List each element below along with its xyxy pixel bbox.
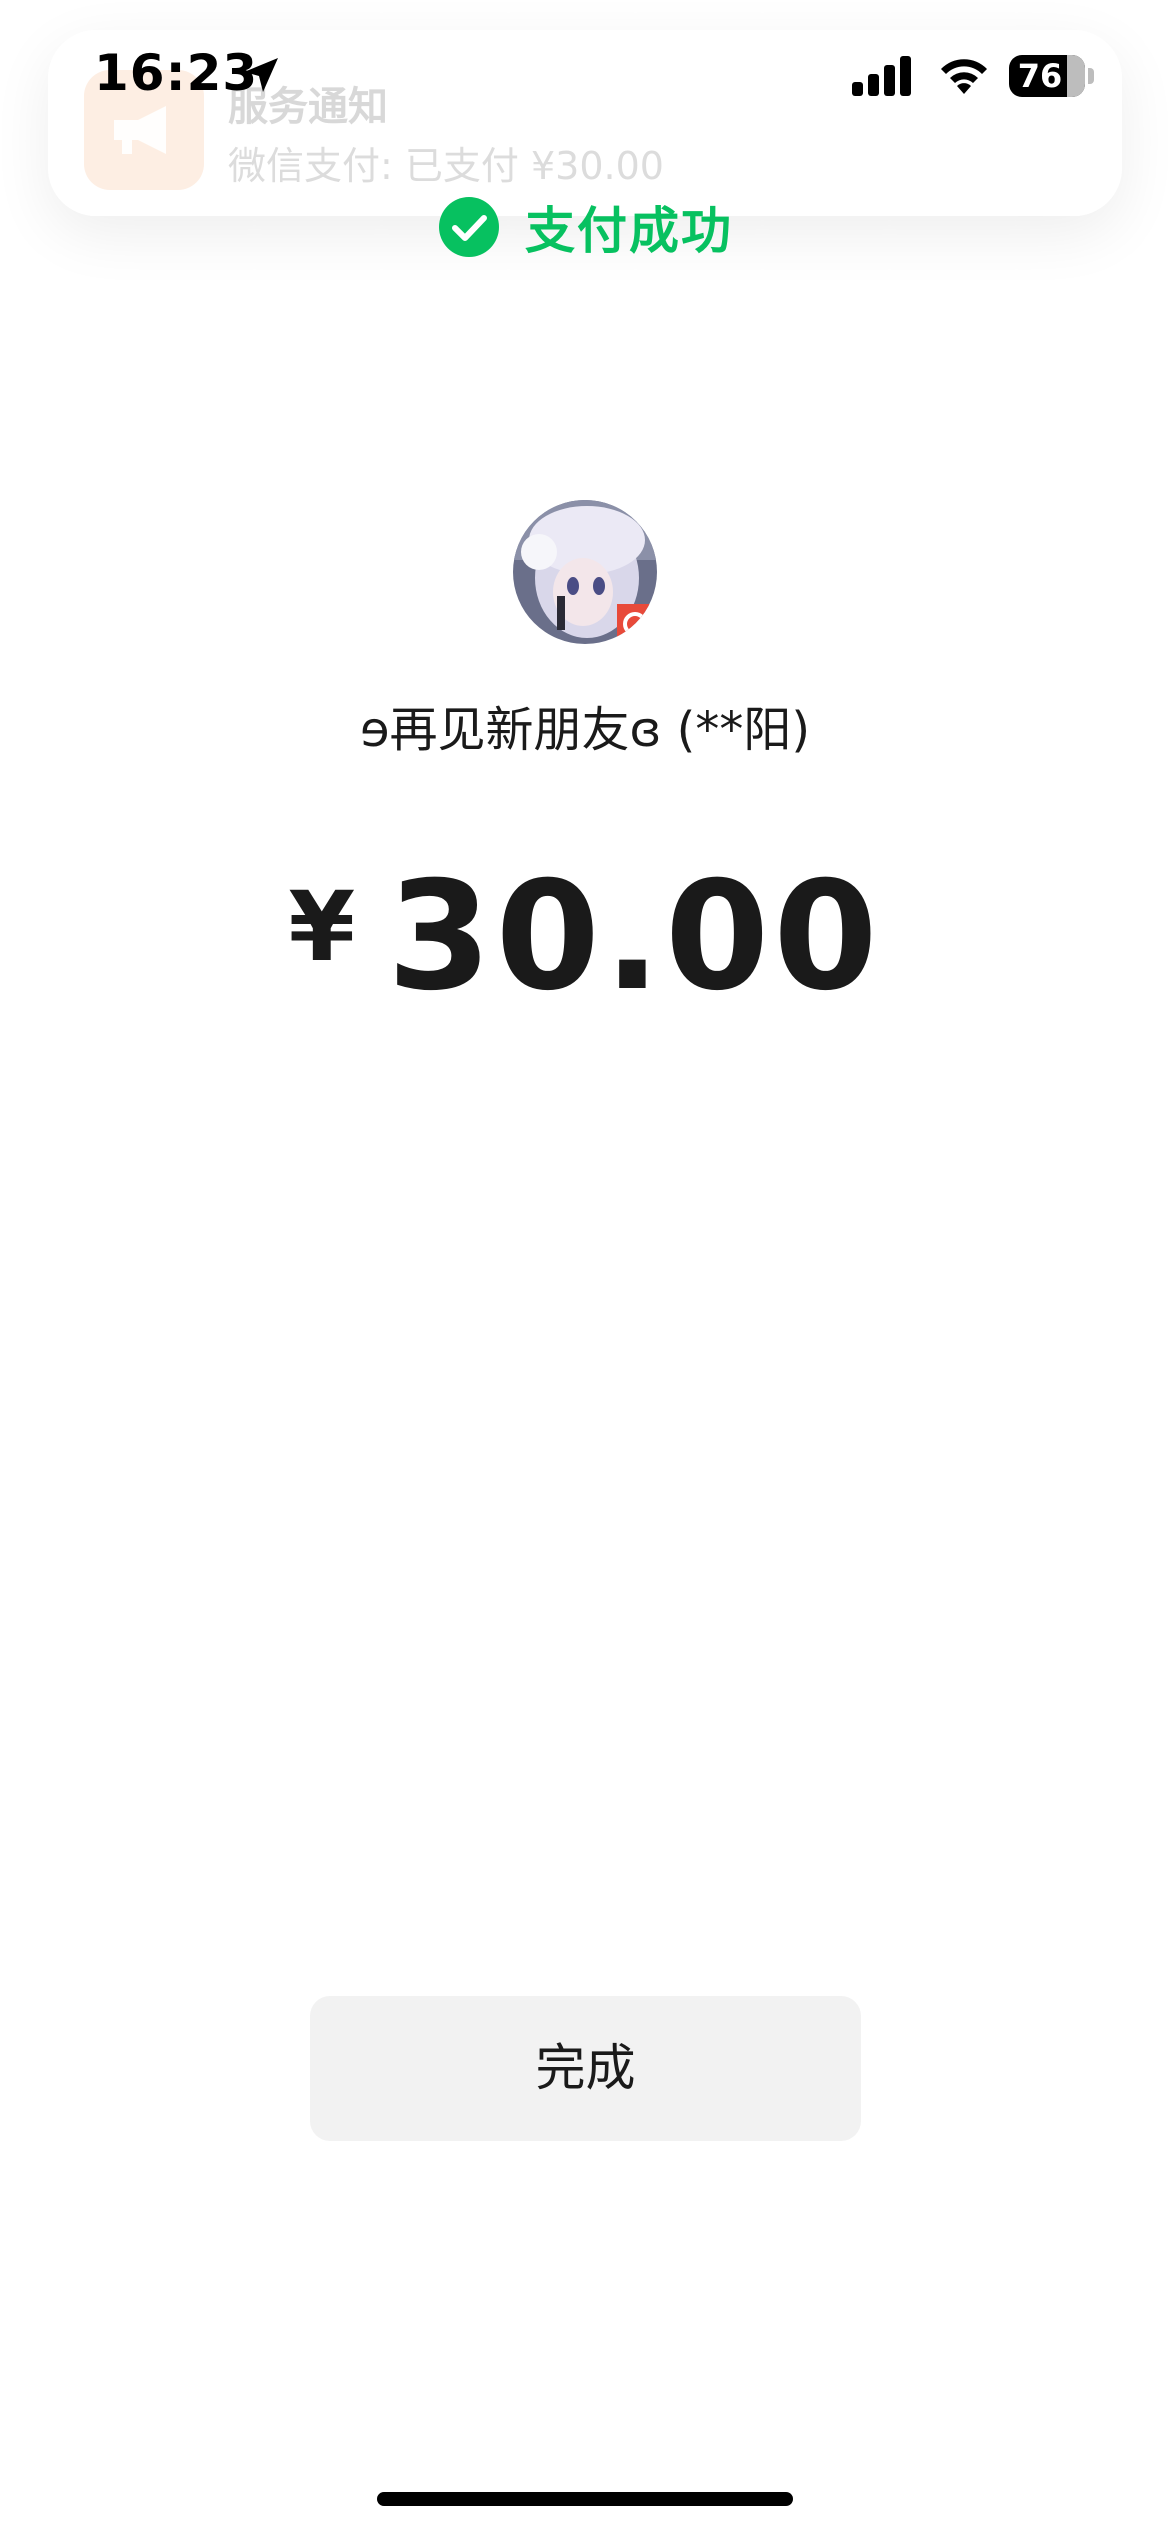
home-indicator[interactable] (377, 2492, 793, 2506)
done-button[interactable]: 完成 (310, 1996, 861, 2141)
location-arrow-icon (244, 58, 278, 92)
payee-name: ɘ再见新朋友ɞ (**阳) (359, 702, 811, 758)
cellular-signal-icon (852, 56, 911, 96)
payment-status: 支付成功 (0, 192, 1170, 262)
currency-symbol: ¥ (288, 871, 356, 983)
megaphone-icon (114, 106, 166, 154)
avatar-image (513, 500, 657, 644)
payment-amount: ¥ 30.00 (0, 850, 1170, 1024)
payee-avatar (513, 500, 657, 644)
status-time: 16:23 (94, 44, 259, 102)
check-circle-icon (439, 197, 499, 257)
payment-status-text: 支付成功 (525, 202, 733, 260)
notification-body: 微信支付: 已支付 ¥30.00 (228, 144, 664, 188)
battery-level: 76 (1017, 57, 1063, 95)
battery-icon: 76 (1009, 55, 1085, 97)
payment-success-screen: 服务通知 微信支付: 已支付 ¥30.00 16:23 76 支付成功 ɘ再见新… (0, 0, 1170, 2532)
battery-cap (1088, 68, 1094, 84)
amount-value: 30.00 (387, 850, 882, 1024)
wifi-icon (941, 59, 987, 94)
